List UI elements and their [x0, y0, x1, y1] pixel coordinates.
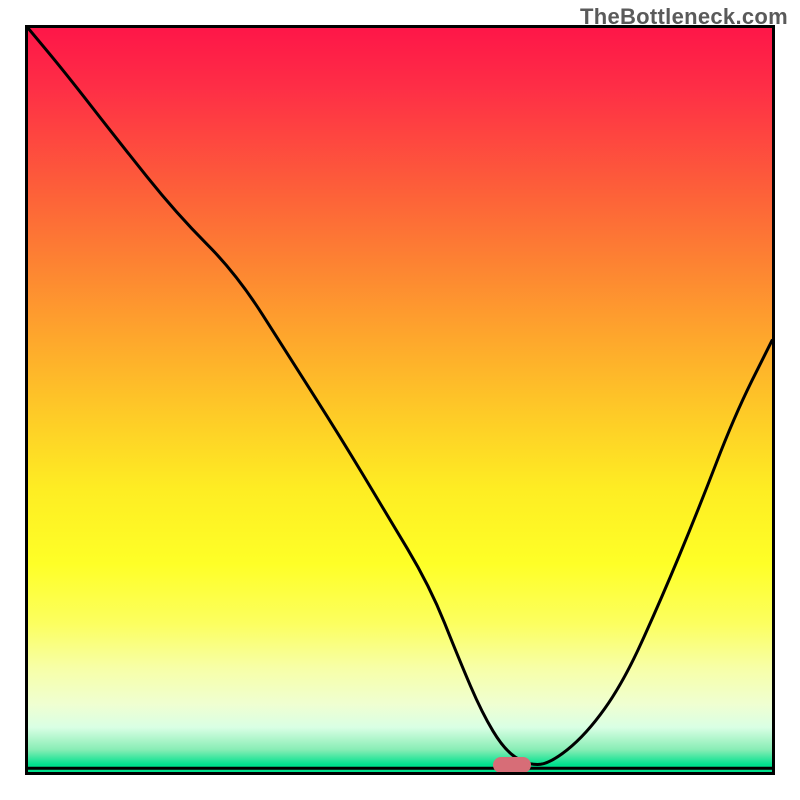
- optimal-marker: [493, 757, 531, 773]
- plot-frame: [25, 25, 775, 775]
- curve-svg: [28, 28, 772, 772]
- root: TheBottleneck.com: [0, 0, 800, 800]
- bottleneck-curve: [28, 28, 772, 765]
